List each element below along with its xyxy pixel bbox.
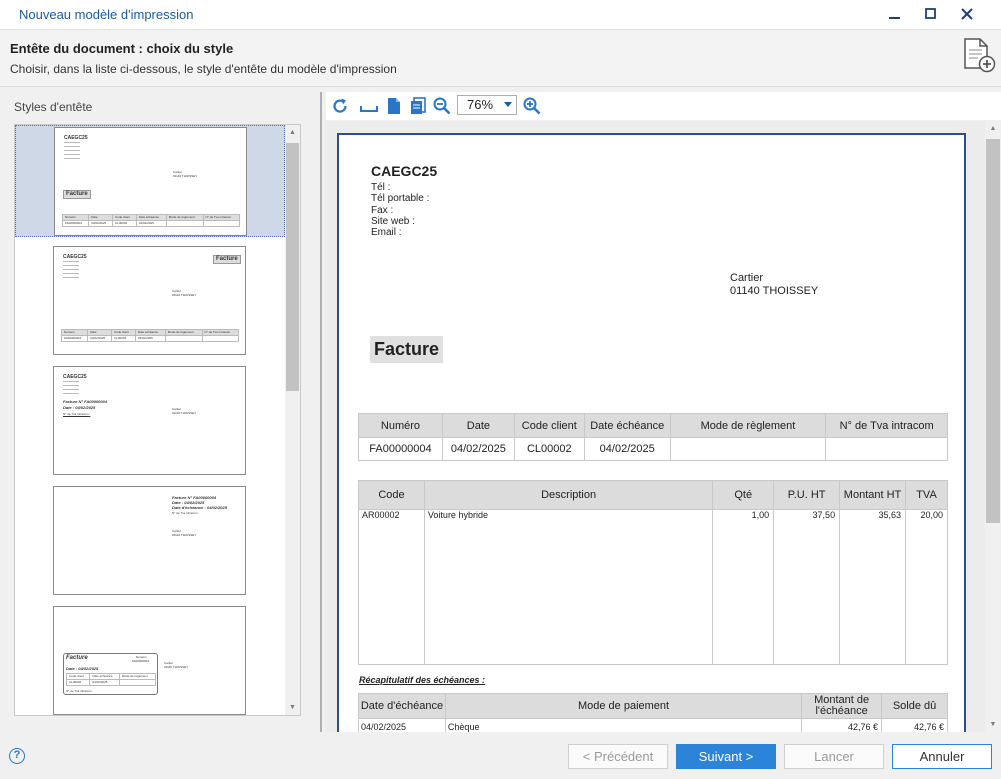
next-button[interactable]: Suivant > — [676, 744, 776, 769]
styles-label: Styles d'entête — [14, 100, 93, 114]
page-subtitle: Choisir, dans la liste ci-dessous, le st… — [10, 62, 397, 76]
table-row: AR00002 Voiture hybride 1,00 37,50 35,63 20,0… — [358, 509, 948, 665]
scrollbar-thumb[interactable] — [286, 143, 299, 391]
refresh-icon[interactable] — [330, 96, 350, 116]
zoom-out-icon[interactable] — [432, 96, 452, 116]
style-option-5[interactable]: Facture Numéro FA00000004 Date : 04/02/2… — [15, 605, 285, 715]
style-option-3[interactable]: CAEGC25 Facture N° FA00000004 Date : 04/… — [15, 365, 285, 477]
table-row: FA00000004 04/02/2025 CL00002 04/02/2025 — [358, 437, 948, 461]
style-preview-4: Facture N° FA00000004 Date : 04/02/2025 … — [53, 486, 246, 595]
help-icon[interactable]: ? — [9, 748, 25, 764]
zoom-in-icon[interactable] — [522, 96, 542, 116]
scrollbar-thumb[interactable] — [986, 139, 1000, 523]
zoom-select[interactable]: 76% — [457, 95, 517, 115]
maximize-icon — [925, 8, 936, 19]
preview-scrollbar[interactable]: ▲ ▼ — [985, 121, 1001, 732]
preview-page: CAEGC25 Tél : Tél portable : Fax : Site … — [337, 133, 966, 732]
close-icon — [961, 8, 973, 20]
preview-toolbar: 76% — [326, 92, 1001, 120]
company-contact: Tél : Tél portable : Fax : Site web : Em… — [371, 182, 430, 239]
panel-splitter[interactable] — [320, 92, 322, 732]
customer-address: Cartier 01140 THOISSEY — [730, 272, 819, 297]
full-page-icon[interactable] — [384, 96, 404, 116]
page-title: Entête du document : choix du style — [10, 41, 234, 56]
wizard-footer: ? < Précédent Suivant > Lancer Annuler — [0, 733, 1001, 779]
style-list-scrollbar[interactable]: ▲ ▼ — [285, 125, 300, 715]
previous-button[interactable]: < Précédent — [568, 744, 668, 769]
table-header-row: Code Description Qté P.U. HT Montant HT TVA — [358, 480, 948, 510]
recap-table: Date d'échéance Mode de paiement Montant d… — [358, 693, 948, 732]
invoice-info-table: Numéro Date Code client Date échéance Mode d… — [358, 413, 948, 461]
zoom-value: 76% — [467, 97, 494, 112]
close-button[interactable] — [955, 4, 979, 26]
table-header-row: Numéro Date Code client Date échéance Mode d… — [358, 413, 948, 438]
title-bar: Nouveau modèle d'impression — [0, 0, 1001, 30]
scroll-down-icon[interactable]: ▼ — [985, 721, 1001, 728]
recap-title: Récapitulatif des échéances : — [359, 675, 486, 685]
document-preview[interactable]: CAEGC25 Tél : Tél portable : Fax : Site … — [326, 121, 1001, 732]
minimize-button[interactable] — [883, 4, 907, 26]
page-width-icon[interactable] — [359, 96, 379, 116]
company-name: CAEGC25 — [371, 163, 438, 179]
style-option-2[interactable]: CAEGC25 Facture Cartier 01140 THOISSEY Nu… — [15, 245, 285, 357]
table-header-row: Date d'échéance Mode de paiement Montant d… — [358, 693, 948, 719]
invoice-lines-table: Code Description Qté P.U. HT Montant HT TVA A… — [358, 480, 948, 665]
style-preview-2: CAEGC25 Facture Cartier 01140 THOISSEY Nu… — [53, 246, 246, 355]
minimize-icon — [889, 17, 900, 19]
style-preview-3: CAEGC25 Facture N° FA00000004 Date : 04/… — [53, 366, 246, 475]
style-list[interactable]: CAEGC25 Cartier 01140 THOISSEY Facture Nu… — [14, 124, 301, 716]
table-row: 04/02/2025 Chèque 42,76 €42,76 € — [358, 718, 948, 732]
style-option-4[interactable]: Facture N° FA00000004 Date : 04/02/2025 … — [15, 485, 285, 597]
document-type: Facture — [370, 336, 444, 363]
multi-page-icon[interactable] — [408, 96, 428, 116]
launch-button[interactable]: Lancer — [784, 744, 884, 769]
scroll-down-icon[interactable]: ▼ — [285, 704, 300, 711]
scroll-up-icon[interactable]: ▲ — [985, 125, 1001, 132]
style-option-1[interactable]: CAEGC25 Cartier 01140 THOISSEY Facture Nu… — [15, 125, 285, 237]
new-document-icon — [964, 38, 996, 73]
cancel-button[interactable]: Annuler — [892, 744, 992, 769]
window-title: Nouveau modèle d'impression — [19, 7, 194, 22]
wizard-header: Entête du document : choix du style Choi… — [0, 31, 1001, 87]
maximize-button[interactable] — [919, 4, 943, 26]
style-preview-1: CAEGC25 Cartier 01140 THOISSEY Facture Nu… — [54, 127, 247, 236]
chevron-down-icon — [504, 102, 512, 107]
scroll-up-icon[interactable]: ▲ — [285, 129, 300, 136]
style-preview-5: Facture Numéro FA00000004 Date : 04/02/2… — [53, 606, 246, 715]
